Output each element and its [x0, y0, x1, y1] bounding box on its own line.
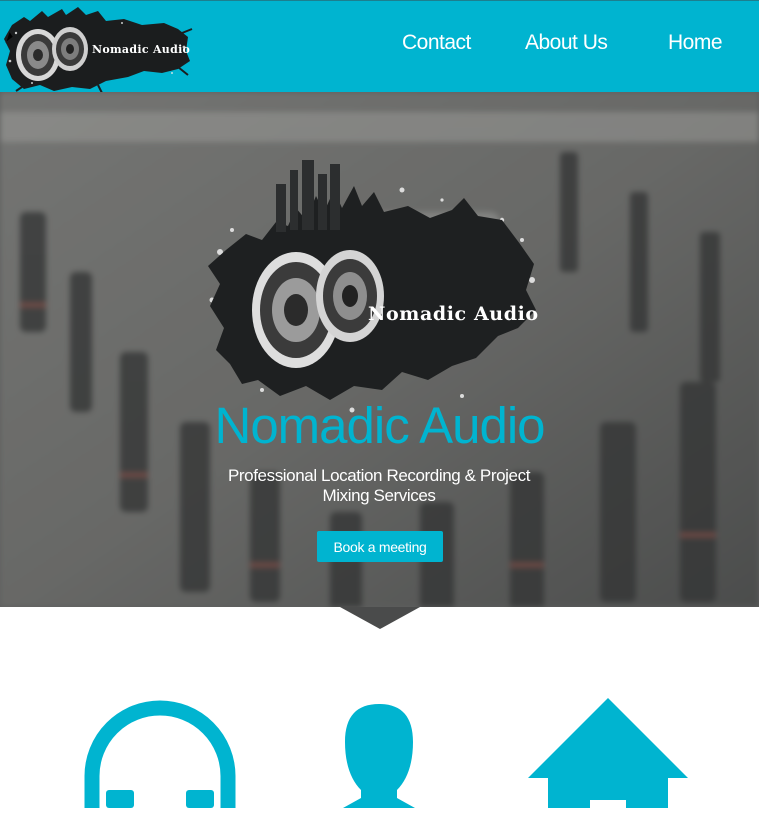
nav-about-us[interactable]: About Us	[525, 31, 608, 55]
headphones-icon	[84, 696, 236, 813]
hero-subtitle: Professional Location Recording & Projec…	[209, 466, 549, 506]
person-icon	[339, 702, 419, 813]
section-pointer-arrow	[340, 607, 420, 629]
hero-title: Nomadic Audio	[214, 397, 545, 454]
hero-logo-graphic: Nomadic Audio	[208, 160, 539, 413]
house-icon	[528, 698, 688, 813]
hero-logo-text: Nomadic Audio	[368, 303, 539, 325]
hero-subtitle-line-2: Mixing Services	[322, 486, 436, 505]
hero-subtitle-line-1: Professional Location Recording & Projec…	[227, 466, 531, 485]
site-header: Nomadic Audio Contact About Us Home	[0, 0, 759, 94]
hero-logo: Nomadic Audio	[202, 160, 546, 420]
logo-graphic: Nomadic Audio	[4, 7, 193, 94]
book-meeting-button[interactable]: Book a meeting	[317, 531, 443, 562]
nav-home[interactable]: Home	[668, 31, 723, 55]
header-logo-text: Nomadic Audio	[92, 43, 190, 56]
header-logo[interactable]: Nomadic Audio	[2, 3, 194, 94]
nav-contact[interactable]: Contact	[402, 31, 471, 55]
hero-section: Nomadic Audio Nomadic Audio Professional…	[0, 92, 759, 607]
